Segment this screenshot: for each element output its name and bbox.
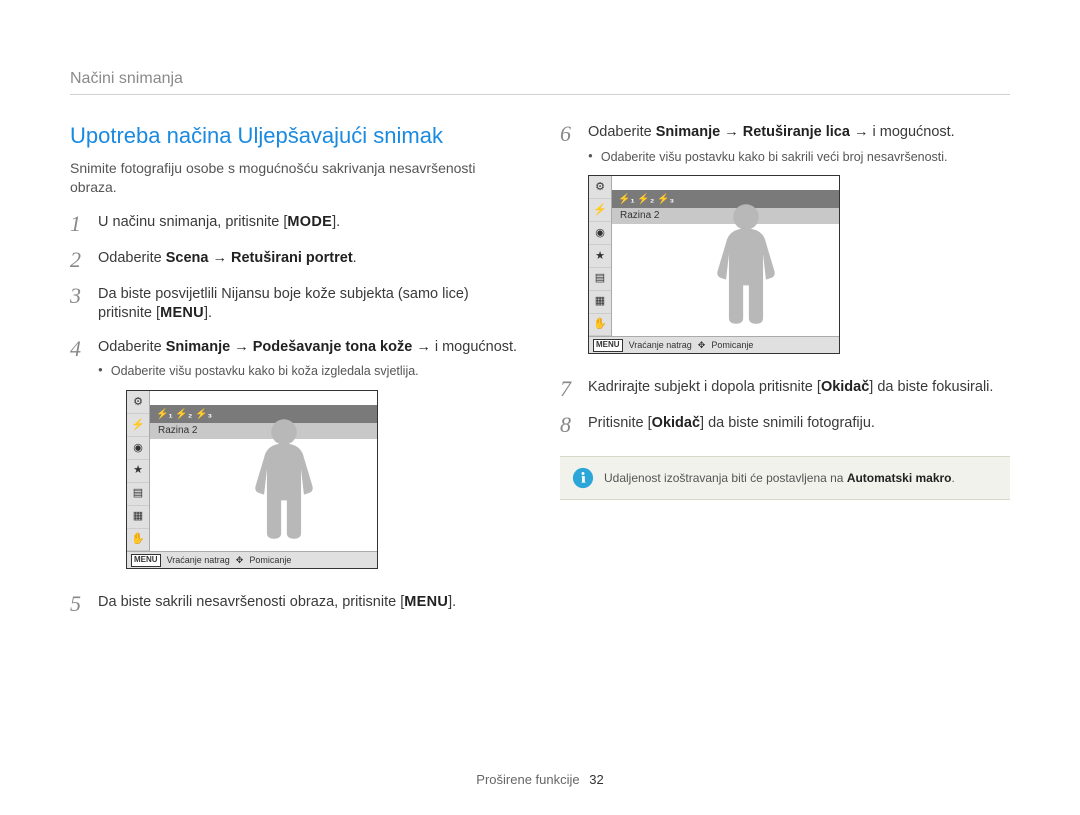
step3-text: Da biste posvijetlili Nijansu boje kože … [98, 286, 469, 322]
note-text-c: . [952, 471, 955, 485]
footer-section: Proširene funkcije [476, 772, 579, 787]
shutter-key-2: Okidač [652, 415, 700, 431]
note-bold: Automatski makro [847, 471, 952, 485]
lcd-move-label: Pomicanje [249, 554, 291, 566]
lcd-side-icon: ★ [127, 460, 149, 483]
nav-icon: ✥ [698, 339, 706, 351]
lcd-side-icon: ⚡ [589, 199, 611, 222]
step7-text: Kadrirajte subjekt i dopola pritisnite [ [588, 379, 821, 395]
step7-text-b: ] da biste fokusirali. [869, 379, 993, 395]
lcd-side-icon: ▤ [127, 483, 149, 506]
step6-text: Odaberite [588, 124, 656, 140]
page-title: Upotreba načina Uljepšavajući snimak [70, 123, 520, 149]
note-text: Udaljenost izoštravanja biti će postavlj… [604, 471, 847, 485]
note-box: Udaljenost izoštravanja biti će postavlj… [560, 456, 1010, 500]
lcd-footer: MENU Vraćanje natrag ✥ Pomicanje [589, 336, 839, 353]
page-number: 32 [589, 772, 603, 787]
lcd-side-icon: ✋ [127, 529, 149, 552]
lcd-sidebar: ⚙ ⚡ ◉ ★ ▤ ▦ ✋ [127, 391, 150, 551]
lcd-side-icon: ▦ [589, 291, 611, 314]
lcd-side-icon: ▦ [127, 506, 149, 529]
step1-text: U načinu snimanja, pritisnite [ [98, 214, 287, 230]
steps-right: Odaberite Snimanje → Retuširanje lica → … [560, 123, 1010, 436]
step6-bold: Snimanje → Retuširanje lica → [656, 124, 869, 140]
step4-bullet: Odaberite višu postavku kako bi koža izg… [98, 363, 520, 380]
info-icon [572, 467, 594, 489]
lcd-side-icon: ⚡ [127, 414, 149, 437]
step3-text-b: ]. [204, 305, 212, 321]
intro-text: Snimite fotografiju osobe s mogućnošću s… [70, 159, 520, 197]
step6-bullet: Odaberite višu postavku kako bi sakrili … [588, 149, 1010, 166]
step4-bold: Snimanje → Podešavanje tona kože → [166, 339, 431, 355]
step8-text-b: ] da biste snimili fotografiju. [700, 415, 875, 431]
step8-text: Pritisnite [ [588, 415, 652, 431]
lcd-back-label: Vraćanje natrag [167, 554, 230, 566]
lcd-move-label: Pomicanje [711, 339, 753, 351]
step5-text-b: ]. [448, 594, 456, 610]
menu-tag: MENU [131, 554, 161, 567]
nav-icon: ✥ [236, 554, 244, 566]
lcd-sidebar: ⚙ ⚡ ◉ ★ ▤ ▦ ✋ [589, 176, 612, 336]
level-icons: ⚡₁ ⚡₂ ⚡₃ [612, 193, 674, 207]
person-silhouette-icon [701, 200, 791, 328]
lcd-side-icon: ⚙ [127, 391, 149, 414]
menu-key-2: MENU [404, 594, 448, 610]
step2-text-c: . [353, 250, 357, 266]
level-icons: ⚡₁ ⚡₂ ⚡₃ [150, 408, 212, 422]
menu-key: MENU [160, 305, 204, 321]
lcd-side-icon: ★ [589, 245, 611, 268]
step4-text-c: i mogućnost. [431, 339, 517, 355]
lcd-side-icon: ⚙ [589, 176, 611, 199]
camera-lcd-right: ⚙ ⚡ ◉ ★ ▤ ▦ ✋ ⚡₁ ⚡₂ ⚡₃ [588, 175, 840, 354]
step2-bold: Scena → Retuširani portret [166, 250, 353, 266]
lcd-footer: MENU Vraćanje natrag ✥ Pomicanje [127, 551, 377, 568]
person-silhouette-icon [239, 415, 329, 543]
lcd-side-icon: ✋ [589, 314, 611, 337]
camera-lcd-left: ⚙ ⚡ ◉ ★ ▤ ▦ ✋ ⚡₁ ⚡₂ ⚡₃ [126, 390, 378, 569]
lcd-side-icon: ▤ [589, 268, 611, 291]
shutter-key: Okidač [821, 379, 869, 395]
lcd-side-icon: ◉ [127, 437, 149, 460]
lcd-side-icon: ◉ [589, 222, 611, 245]
mode-key: MODE [287, 214, 332, 230]
step6-text-c: i mogućnost. [868, 124, 954, 140]
breadcrumb: Načini snimanja [70, 70, 1010, 95]
lcd-back-label: Vraćanje natrag [629, 339, 692, 351]
steps-left: U načinu snimanja, pritisnite [MODE]. Od… [70, 213, 520, 616]
step1-text-b: ]. [332, 214, 340, 230]
step5-text: Da biste sakrili nesavršenosti obraza, p… [98, 594, 404, 610]
step2-text: Odaberite [98, 250, 166, 266]
page-footer: Proširene funkcije 32 [0, 772, 1080, 787]
menu-tag: MENU [593, 339, 623, 352]
step4-text: Odaberite [98, 339, 166, 355]
